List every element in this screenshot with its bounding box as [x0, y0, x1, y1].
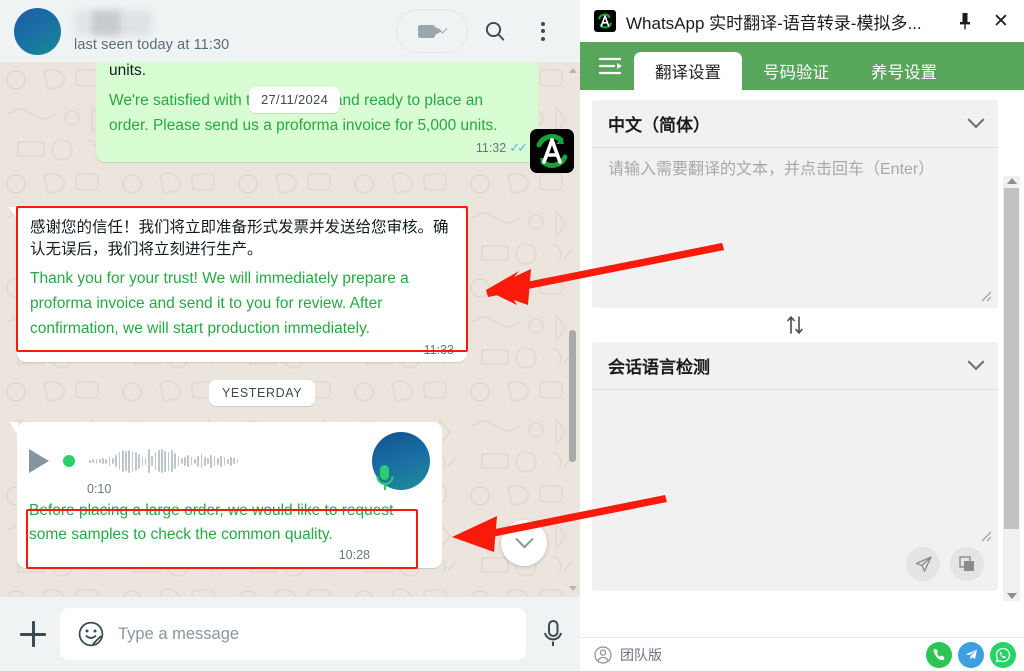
message-translation-text: Before placing a large order, we would l… [29, 502, 394, 544]
search-icon [485, 21, 505, 41]
chat-scrollbar-thumb[interactable] [569, 330, 576, 462]
day-divider-chip: YESTERDAY [209, 380, 316, 406]
more-vertical-icon [541, 21, 545, 41]
message-time: 11:32 [475, 140, 507, 155]
chat-scrollbar[interactable] [567, 62, 578, 597]
plus-icon[interactable] [20, 621, 46, 647]
search-button[interactable] [474, 10, 516, 52]
voice-waveform [89, 448, 239, 474]
send-icon [915, 555, 932, 572]
message-composer: Type a message [0, 597, 580, 671]
target-actions [592, 547, 998, 593]
microphone-icon [376, 465, 394, 490]
panel-scrollbar-thumb[interactable] [1004, 188, 1019, 529]
resize-grip-icon[interactable] [980, 290, 992, 302]
panel-scrollbar[interactable] [1003, 176, 1020, 601]
message-input-wrapper[interactable]: Type a message [60, 608, 526, 660]
bubble-tail [9, 207, 18, 220]
source-textarea[interactable]: 请输入需要翻译的文本，并点击回车（Enter） [592, 148, 998, 307]
person-circle-icon[interactable] [594, 645, 612, 664]
tab-account-settings[interactable]: 养号设置 [850, 52, 958, 90]
footer-icon-group [926, 641, 1016, 668]
target-field-card: 会话语言检测 [592, 342, 998, 591]
scroll-to-bottom-button[interactable] [501, 520, 547, 566]
app-screen: last seen today at 11:30 units. We're sa… [0, 0, 1024, 671]
message-list[interactable]: place an order. Please send us a proform… [0, 62, 566, 597]
scroll-up-arrow-icon[interactable] [569, 68, 577, 73]
copy-button[interactable] [950, 547, 984, 581]
scroll-down-arrow-icon[interactable] [569, 586, 577, 591]
whatsapp-icon[interactable] [990, 641, 1016, 668]
source-language-selector[interactable]: 中文（简体） [592, 100, 998, 148]
app-icon [594, 10, 616, 32]
message-source-text: 感谢您的信任！我们将立即准备形式发票并发送给您审核。确认无误后，我们将立刻进行生… [30, 219, 449, 259]
tab-translate-settings[interactable]: 翻译设置 [634, 52, 742, 90]
translate-logo-icon [598, 13, 612, 29]
bubble-tail [9, 422, 18, 435]
panel-title-bar: WhatsApp 实时翻译-语音转录-模拟多... ✕ [580, 0, 1024, 42]
source-field-card: 中文（简体） 请输入需要翻译的文本，并点击回车（Enter） [592, 100, 998, 308]
video-camera-icon [418, 24, 442, 38]
copy-icon [959, 556, 974, 571]
chevron-down-icon [967, 110, 985, 128]
scroll-down-arrow-icon[interactable] [1007, 593, 1017, 599]
target-textarea[interactable] [592, 390, 998, 547]
message-time: 11:33 [423, 343, 454, 358]
chevron-down-icon [967, 352, 985, 370]
phone-icon[interactable] [926, 641, 952, 668]
translator-panel: WhatsApp 实时翻译-语音转录-模拟多... ✕ 翻译设置 号码验证 养号… [580, 0, 1024, 671]
message-source-text: place an order. Please send us a proform… [109, 62, 147, 80]
message-bubble-incoming-1[interactable]: 感谢您的信任！我们将立即准备形式发票并发送给您审核。确认无误后，我们将立刻进行生… [9, 207, 467, 363]
resize-grip-icon[interactable] [980, 530, 992, 542]
chat-header-text: last seen today at 11:30 [74, 9, 396, 53]
translate-logo-icon [536, 134, 568, 168]
panel-tabbar: 翻译设置 号码验证 养号设置 [580, 42, 1024, 90]
chat-menu-button[interactable] [522, 10, 564, 52]
swap-languages-row [592, 308, 998, 342]
close-button[interactable]: ✕ [988, 8, 1014, 34]
send-button[interactable] [906, 547, 940, 581]
chevron-down-icon [514, 529, 534, 548]
avatar[interactable] [14, 7, 61, 55]
play-icon[interactable] [29, 449, 49, 473]
chat-header-actions [396, 9, 564, 53]
panel-title: WhatsApp 实时翻译-语音转录-模拟多... [626, 13, 922, 33]
pin-button[interactable] [952, 8, 978, 34]
contact-name-blurred [74, 9, 152, 36]
panel-menu-button[interactable] [588, 42, 634, 90]
tab-number-verification[interactable]: 号码验证 [742, 52, 850, 90]
message-bubble-voice[interactable]: 0:10 Before placing a large order, we wo… [9, 422, 442, 569]
source-textarea-placeholder: 请输入需要翻译的文本，并点击回车（Enter） [608, 161, 935, 178]
video-call-button[interactable] [396, 9, 468, 53]
voice-sender-avatar [372, 432, 430, 490]
telegram-icon[interactable] [958, 641, 984, 668]
chat-body: place an order. Please send us a proform… [0, 62, 580, 597]
target-language-selector[interactable]: 会话语言检测 [592, 342, 998, 390]
message-translation-text: Thank you for your trust! We will immedi… [30, 269, 409, 337]
message-meta: 11:32 ✓✓ [109, 139, 528, 156]
message-time: 10:28 [338, 548, 370, 563]
date-chip: 27/11/2024 [249, 87, 341, 113]
message-input-placeholder[interactable]: Type a message [118, 625, 239, 644]
read-receipt-icon: ✓✓ [509, 139, 528, 155]
swap-vertical-icon[interactable] [784, 314, 806, 336]
account-plan-label: 团队版 [620, 646, 662, 663]
chat-header: last seen today at 11:30 [0, 0, 580, 62]
panel-body: 中文（简体） 请输入需要翻译的文本，并点击回车（Enter） 会话语言检测 [580, 90, 1024, 637]
target-language-label: 会话语言检测 [608, 358, 710, 377]
microphone-icon[interactable] [540, 618, 566, 650]
whatsapp-window: last seen today at 11:30 units. We're sa… [0, 0, 580, 671]
sticker-emoji-icon[interactable] [78, 621, 104, 647]
list-play-icon [598, 57, 622, 75]
source-language-label: 中文（简体） [608, 116, 710, 135]
panel-footer: 团队版 [580, 637, 1024, 671]
scroll-up-arrow-icon[interactable] [1007, 178, 1017, 184]
pin-icon [960, 13, 970, 30]
voice-progress-dot [63, 455, 75, 467]
contact-status: last seen today at 11:30 [74, 36, 230, 53]
